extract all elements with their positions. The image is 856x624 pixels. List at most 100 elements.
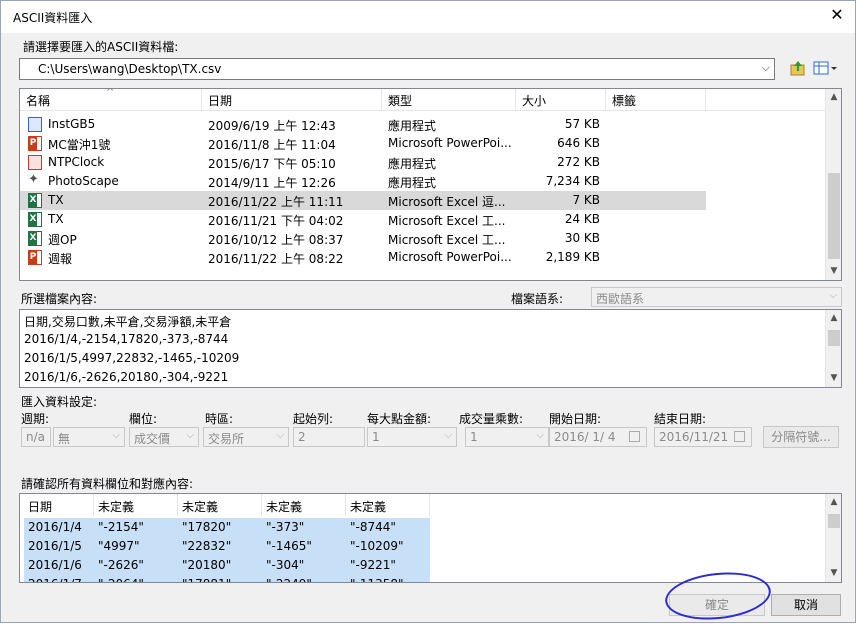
up-folder-icon[interactable] bbox=[789, 59, 807, 77]
file-row[interactable]: MC當沖1號 2016/11/8 上午 11:04 Microsoft PowerP… bbox=[20, 134, 706, 153]
file-row[interactable]: InstGB5 2009/6/19 上午 12:43 應用程式 57 KB bbox=[20, 115, 706, 134]
content-scrollbar[interactable]: ▲ ▼ bbox=[825, 310, 841, 387]
sort-ascending-icon: ^ bbox=[106, 88, 115, 98]
scroll-thumb[interactable] bbox=[828, 514, 840, 528]
start-date-picker[interactable]: 2016/ 1/ 4 bbox=[549, 427, 647, 447]
mapping-cell[interactable]: "-1465" bbox=[262, 537, 346, 556]
content-line: 2016/1/4,-2154,17820,-373,-8744 bbox=[24, 332, 229, 346]
mapping-header[interactable]: 未定義 bbox=[94, 494, 178, 516]
mapping-cell[interactable]: 2016/1/4 bbox=[24, 518, 94, 537]
content-line: 日期,交易口數,未平倉,交易淨額,未平倉 bbox=[24, 315, 232, 329]
delimiter-button[interactable]: 分隔符號... bbox=[763, 426, 839, 448]
mapping-scrollbar[interactable]: ▲ ▼ bbox=[825, 494, 841, 582]
column-header-type[interactable]: 類型 bbox=[382, 89, 516, 111]
file-date: 2014/9/11 上午 12:26 bbox=[208, 176, 336, 190]
file-list-header: 名稱 ^ 日期 類型 大小 標籤 bbox=[20, 89, 826, 111]
column-header-tag[interactable]: 標籤 bbox=[606, 89, 706, 111]
mapping-cell[interactable]: "-11358" bbox=[346, 575, 430, 582]
file-row[interactable]: 週報 2016/11/22 上午 08:22 Microsoft PowerPoi.… bbox=[20, 248, 706, 267]
calendar-icon bbox=[629, 431, 640, 442]
start-date-label: 開始日期: bbox=[549, 412, 602, 426]
column-tag-label: 標籤 bbox=[612, 94, 637, 108]
period-na-value: n/a bbox=[26, 430, 46, 444]
file-size: 272 KB bbox=[557, 155, 600, 169]
chevron-down-icon: ⌵ bbox=[829, 290, 837, 301]
mapping-cell[interactable]: "4997" bbox=[94, 537, 178, 556]
photoscape-icon bbox=[28, 172, 42, 189]
file-row[interactable]: 週OP 2016/10/12 上午 08:37 Microsoft Excel 工.… bbox=[20, 229, 706, 248]
mapping-cell[interactable]: 2016/1/6 bbox=[24, 556, 94, 575]
scroll-up-icon[interactable]: ▲ bbox=[826, 310, 841, 327]
language-value: 西歐語系 bbox=[596, 292, 645, 306]
chevron-down-icon: ⌵ bbox=[186, 430, 194, 441]
file-row[interactable]: NTPClock 2015/6/17 下午 05:10 應用程式 272 KB bbox=[20, 153, 706, 172]
mapping-cell[interactable]: "17820" bbox=[178, 518, 262, 537]
language-select[interactable]: 西歐語系 ⌵ bbox=[591, 287, 842, 307]
file-date: 2016/11/22 上午 11:11 bbox=[208, 195, 344, 209]
scroll-down-icon[interactable]: ▼ bbox=[826, 263, 841, 280]
mapping-cell[interactable]: "20180" bbox=[178, 556, 262, 575]
app-icon bbox=[28, 117, 42, 132]
file-type: Microsoft PowerPoi... bbox=[388, 136, 512, 150]
file-date: 2016/11/22 上午 08:22 bbox=[208, 252, 344, 266]
mapping-header[interactable]: 未定義 bbox=[178, 494, 262, 516]
timezone-select[interactable]: 交易所 ⌵ bbox=[203, 427, 289, 447]
mapping-cell[interactable]: "17881" bbox=[178, 575, 262, 582]
file-row[interactable]: PhotoScape 2014/9/11 上午 12:26 應用程式 7,234 KB bbox=[20, 172, 706, 191]
scroll-down-icon[interactable]: ▼ bbox=[826, 370, 841, 387]
field-select[interactable]: 成交價 ⌵ bbox=[129, 427, 199, 447]
scroll-up-icon[interactable]: ▲ bbox=[826, 494, 841, 511]
column-type-label: 類型 bbox=[388, 94, 413, 108]
chevron-down-icon: ⌵ bbox=[112, 430, 120, 441]
scroll-thumb[interactable] bbox=[828, 173, 840, 259]
mapping-cell[interactable]: "-304" bbox=[262, 556, 346, 575]
start-row-input[interactable]: 2 bbox=[293, 427, 365, 447]
mapping-cell[interactable]: "-2154" bbox=[94, 518, 178, 537]
view-menu-icon[interactable] bbox=[813, 59, 839, 77]
file-row[interactable]: TX 2016/11/21 下午 04:02 Microsoft Excel 工..… bbox=[20, 210, 706, 229]
file-list: 名稱 ^ 日期 類型 大小 標籤 InstGB5 2009/6/19 上午 12:… bbox=[19, 88, 842, 281]
ppt-file-icon bbox=[28, 136, 42, 151]
cancel-button[interactable]: 取消 bbox=[771, 594, 841, 616]
mapping-cell[interactable]: "22832" bbox=[178, 537, 262, 556]
file-path-combobox[interactable]: C:\Users\wang\Desktop\TX.csv ⌵ bbox=[19, 58, 775, 80]
file-type: Microsoft Excel 逗... bbox=[388, 195, 506, 209]
point-value-select[interactable]: 1 ⌵ bbox=[367, 427, 457, 447]
chevron-down-icon[interactable]: ⌵ bbox=[762, 61, 770, 75]
volume-multiplier-select[interactable]: 1 ⌵ bbox=[465, 427, 549, 447]
file-content-preview[interactable]: 日期,交易口數,未平倉,交易淨額,未平倉 2016/1/4,-2154,1782… bbox=[19, 309, 842, 388]
period-select[interactable]: 無 ⌵ bbox=[53, 427, 125, 447]
scroll-down-icon[interactable]: ▼ bbox=[826, 565, 841, 582]
file-list-scrollbar[interactable]: ▲ ▼ bbox=[825, 89, 841, 280]
column-size-label: 大小 bbox=[522, 94, 547, 108]
file-name: InstGB5 bbox=[48, 117, 96, 131]
column-header-date[interactable]: 日期 bbox=[202, 89, 382, 111]
mapping-header[interactable]: 日期 bbox=[24, 494, 94, 516]
mapping-header[interactable]: 未定義 bbox=[346, 494, 430, 516]
mapping-cell[interactable]: "-8744" bbox=[346, 518, 430, 537]
mapping-cell[interactable]: "-373" bbox=[262, 518, 346, 537]
end-date-label: 結束日期: bbox=[654, 412, 707, 426]
end-date-value: 2016/11/21 bbox=[659, 430, 729, 444]
mapping-cell[interactable]: "-9221" bbox=[346, 556, 430, 575]
mapping-header[interactable]: 未定義 bbox=[262, 494, 346, 516]
scroll-thumb[interactable] bbox=[828, 330, 840, 346]
mapping-cell[interactable]: 2016/1/5 bbox=[24, 537, 94, 556]
file-select-label: 請選擇要匯入的ASCII資料檔: bbox=[23, 40, 179, 54]
excel-file-icon bbox=[28, 212, 42, 227]
volume-multiplier-value: 1 bbox=[470, 430, 478, 444]
scroll-up-icon[interactable]: ▲ bbox=[826, 89, 841, 106]
mapping-cell[interactable]: 2016/1/7 bbox=[24, 575, 94, 582]
mapping-cell[interactable]: "-2064" bbox=[94, 575, 178, 582]
excel-file-icon bbox=[28, 231, 42, 246]
mapping-cell[interactable]: "-2249" bbox=[262, 575, 346, 582]
period-label: 週期: bbox=[21, 412, 50, 426]
close-icon[interactable]: ✕ bbox=[827, 5, 847, 25]
file-row[interactable]: TX 2016/11/22 上午 11:11 Microsoft Excel 逗..… bbox=[20, 191, 706, 210]
mapping-cell[interactable]: "-10209" bbox=[346, 537, 430, 556]
file-size: 24 KB bbox=[564, 212, 600, 226]
end-date-picker[interactable]: 2016/11/21 bbox=[654, 427, 752, 447]
file-date: 2009/6/19 上午 12:43 bbox=[208, 119, 336, 133]
column-header-size[interactable]: 大小 bbox=[516, 89, 606, 111]
mapping-cell[interactable]: "-2626" bbox=[94, 556, 178, 575]
